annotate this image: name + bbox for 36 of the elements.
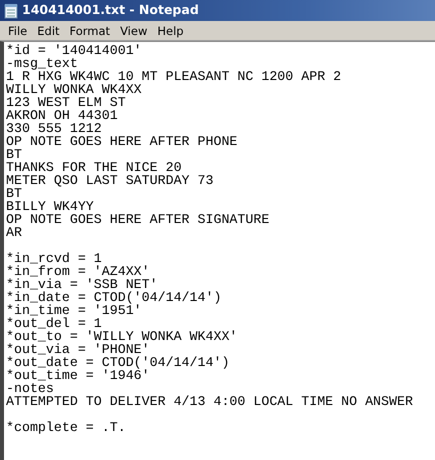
text-line: BT bbox=[6, 148, 23, 161]
text-line: 1 R HXG WK4WC 10 MT PLEASANT NC 1200 APR 2 bbox=[6, 70, 342, 83]
text-line: *out_to = 'WILLY WONKA WK4XX' bbox=[6, 330, 238, 343]
text-line: WILLY WONKA WK4XX bbox=[6, 83, 143, 96]
text-line: BILLY WK4YY bbox=[6, 200, 95, 213]
text-line: -notes bbox=[6, 382, 55, 395]
text-line: BT bbox=[6, 187, 23, 200]
text-line: THANKS FOR THE NICE 20 bbox=[6, 161, 183, 174]
text-line: 330 555 1212 bbox=[6, 122, 103, 135]
text-line: OP NOTE GOES HERE AFTER SIGNATURE bbox=[6, 213, 270, 226]
text-line: *id = '140414001' bbox=[6, 44, 143, 57]
menu-item[interactable]: View bbox=[115, 22, 152, 40]
text-line: *in_from = 'AZ4XX' bbox=[6, 265, 150, 278]
text-line: *out_time = '1946' bbox=[6, 369, 150, 382]
text-line: *in_via = 'SSB NET' bbox=[6, 278, 158, 291]
text-line: *in_rcvd = 1 bbox=[6, 252, 102, 265]
text-line: *out_date = CTOD('04/14/14') bbox=[6, 356, 230, 369]
text-line: ATTEMPTED TO DELIVER 4/13 4:00 LOCAL TIME NO ANSWER bbox=[6, 395, 414, 408]
text-line: AKRON OH 44301 bbox=[6, 109, 119, 122]
menu-item[interactable]: File bbox=[3, 22, 32, 40]
menu-item[interactable]: Format bbox=[64, 22, 116, 40]
text-line: *in_date = CTOD('04/14/14') bbox=[6, 291, 222, 304]
text-line: -msg_text bbox=[6, 57, 79, 70]
text-line: *in_time = '1951' bbox=[6, 304, 142, 317]
text-editor[interactable] bbox=[0, 41, 435, 460]
text-line: 123 WEST ELM ST bbox=[6, 96, 127, 109]
menu-item[interactable]: Edit bbox=[32, 22, 65, 40]
notepad-icon bbox=[4, 2, 18, 18]
text-line: AR bbox=[6, 226, 23, 239]
text-line: *complete = .T. bbox=[6, 421, 127, 434]
text-line: METER QSO LAST SATURDAY 73 bbox=[6, 174, 214, 187]
text-line: *out_del = 1 bbox=[6, 317, 102, 330]
text-line: OP NOTE GOES HERE AFTER PHONE bbox=[6, 135, 238, 148]
menu-item[interactable]: Help bbox=[152, 22, 189, 40]
text-line: *out_via = 'PHONE' bbox=[6, 343, 150, 356]
window-title: 140414001.txt - Notepad bbox=[22, 1, 199, 20]
